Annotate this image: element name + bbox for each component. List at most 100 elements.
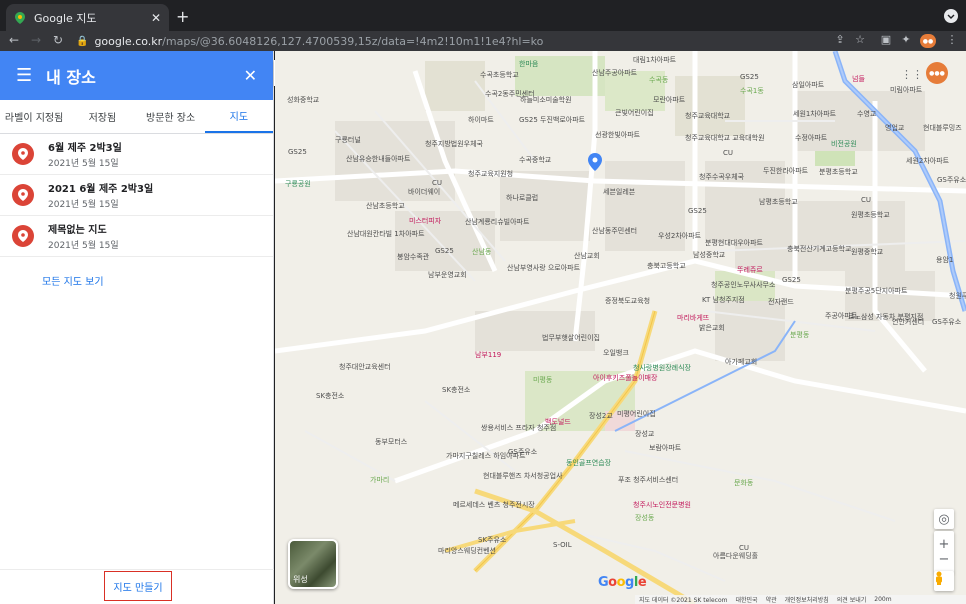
map-place-label[interactable]: 한마음: [519, 59, 538, 69]
back-arrow-icon[interactable]: ←: [6, 33, 22, 47]
map-place-label[interactable]: 수곡동: [649, 75, 668, 85]
map-place-label[interactable]: GS주유소: [508, 447, 537, 457]
map-place-label[interactable]: 바이더웨이: [408, 187, 440, 197]
map-place-label[interactable]: GS25: [688, 207, 707, 215]
profile-menu-icon[interactable]: [944, 9, 958, 23]
map-place-label[interactable]: 분평초등학교: [819, 167, 858, 177]
close-icon[interactable]: ✕: [244, 66, 257, 85]
tab-labeled[interactable]: 라벨이 지정됨: [0, 100, 68, 133]
map-place-label[interactable]: 문화동: [734, 478, 753, 488]
map-place-label[interactable]: 분평동: [790, 330, 809, 340]
map-place-label[interactable]: 산남초등학교: [366, 201, 405, 211]
map-place-label[interactable]: 장성교: [635, 429, 654, 439]
map-place-label[interactable]: 세원1차아파트: [793, 109, 836, 119]
map-place-label[interactable]: GS주유소: [937, 175, 966, 185]
map-place-label[interactable]: 청주대안교육센터: [339, 362, 391, 372]
footer-country[interactable]: 대한민국: [735, 595, 757, 604]
map-place-label[interactable]: 분평주공5단지아파트: [845, 286, 907, 296]
map-place-label[interactable]: 분평현대대우아파트: [705, 238, 763, 248]
map-place-label[interactable]: 청주지방법원우체국: [425, 139, 483, 149]
map-place-label[interactable]: 미평어린이집: [617, 409, 656, 419]
map-place-label[interactable]: 푸조 청주서비스센터: [618, 475, 678, 485]
map-place-label[interactable]: 청사랑병원장례식장: [633, 363, 691, 373]
map-place-label[interactable]: GS주유소: [932, 317, 961, 327]
map-place-label[interactable]: 남평초등학교: [759, 197, 798, 207]
map-place-label[interactable]: 성화중학교: [287, 95, 319, 105]
map-place-label[interactable]: 원평초등학교: [851, 210, 890, 220]
satellite-toggle[interactable]: 위성: [288, 539, 338, 589]
list-item[interactable]: 6월 제주 2박3일 2021년 5월 15일: [0, 134, 273, 175]
map-place-label[interactable]: 청주교육지원청: [468, 169, 513, 179]
map-place-label[interactable]: 산남동주민센터: [592, 226, 637, 236]
map-place-label[interactable]: 넘들: [852, 74, 865, 84]
map-place-label[interactable]: 백도널드: [545, 417, 571, 427]
map-place-label[interactable]: SK충전소: [442, 385, 470, 395]
map-place-label[interactable]: 우성2차아파트: [658, 231, 701, 241]
map-place-label[interactable]: 구룡터널: [335, 135, 361, 145]
map-place-label[interactable]: 충북고등학교: [647, 261, 686, 271]
reload-icon[interactable]: ↻: [50, 33, 66, 47]
list-item[interactable]: 제목없는 지도 2021년 5월 15일: [0, 216, 273, 257]
map-place-label[interactable]: 뚜레쥬르: [737, 265, 763, 275]
map-place-label[interactable]: KT 남청주지점: [702, 295, 745, 305]
all-maps-link[interactable]: 모든 지도 보기: [0, 257, 273, 288]
map-place-label[interactable]: GS25: [740, 73, 759, 81]
map-place-label[interactable]: 현대블루밍즈: [923, 123, 962, 133]
map-place-label[interactable]: GS25: [782, 276, 801, 284]
map-place-label[interactable]: 남부운영교회: [428, 270, 467, 280]
map-place-label[interactable]: 청주공인노무사사무소: [711, 280, 775, 290]
map-place-label[interactable]: 동인골프연습장: [566, 458, 611, 468]
map-place-label[interactable]: 수곡중학교: [519, 155, 551, 165]
map-place-label[interactable]: 청원푸르지오: [949, 291, 966, 301]
map-place-label[interactable]: 현대블루핸즈 차서청공업사: [483, 471, 563, 481]
footer-terms-link[interactable]: 약관: [766, 595, 777, 604]
list-item[interactable]: 2021 6월 제주 2박3일 2021년 5월 15일: [0, 175, 273, 216]
map-place-label[interactable]: CU: [723, 149, 733, 157]
new-tab-button[interactable]: +: [176, 7, 189, 26]
map-place-label[interactable]: 용암1: [936, 255, 953, 265]
extension-icon[interactable]: ▣: [878, 33, 894, 46]
tab-saved[interactable]: 저장됨: [68, 100, 136, 133]
map-place-label[interactable]: 수곡1동: [740, 86, 764, 96]
zoom-out-icon[interactable]: −: [939, 552, 950, 567]
map-place-label[interactable]: 산남계룡리슈빌아파트: [465, 217, 529, 227]
map-place-label[interactable]: 마리앙스웨딩컨벤션: [438, 546, 496, 556]
map-place-label[interactable]: GS25: [435, 247, 454, 255]
map-place-label[interactable]: 아이후키즈풀놀이매장: [593, 373, 657, 383]
footer-privacy-link[interactable]: 개인정보처리방침: [785, 595, 829, 604]
browser-tab[interactable]: Google 지도 ✕: [6, 4, 169, 31]
map-place-label[interactable]: 미림아파트: [890, 85, 922, 95]
map-place-label[interactable]: CU: [432, 179, 442, 187]
map-place-label[interactable]: 두진한라아파트: [763, 166, 808, 176]
map-place-label[interactable]: 아가페교회: [725, 357, 757, 367]
share-icon[interactable]: ⇪: [832, 33, 848, 46]
map-place-label[interactable]: GS25 두진백로아파트: [519, 115, 585, 125]
map-place-label[interactable]: 수영교: [857, 109, 876, 119]
map-place-label[interactable]: 하이마트: [468, 115, 494, 125]
map-place-label[interactable]: 산남교회: [574, 251, 600, 261]
profile-avatar[interactable]: ●●: [920, 34, 936, 48]
tab-close-icon[interactable]: ✕: [151, 11, 161, 25]
map-place-label[interactable]: 큰빛어린이집: [615, 108, 654, 118]
map-place-label[interactable]: 청주시노인전문병원: [633, 500, 691, 510]
map-place-label[interactable]: 세븐일레븐: [603, 187, 635, 197]
map-place-label[interactable]: 산남동: [472, 247, 491, 257]
map-place-label[interactable]: 동부모터스: [375, 437, 407, 447]
map-place-label[interactable]: 장성동: [635, 513, 654, 523]
footer-feedback-link[interactable]: 의견 보내기: [837, 595, 867, 604]
map-place-label[interactable]: 수곡초등학교: [480, 70, 519, 80]
zoom-controls[interactable]: + −: [934, 531, 954, 573]
street-view-pegman-icon[interactable]: [934, 571, 954, 591]
map-place-label[interactable]: S-OIL: [553, 541, 572, 549]
address-bar[interactable]: 🔒 google.co.kr /maps/@36.6048126,127.470…: [76, 32, 876, 50]
map-place-label[interactable]: 장성2교: [589, 411, 613, 421]
map-place-label[interactable]: 영업교: [885, 123, 904, 133]
map-place-label[interactable]: 산남대원칸타빌 1차아파트: [347, 229, 425, 239]
map-canvas[interactable]: 성화중학교 한마음 수곡초등학교 산남주공아파트 대림1차아파트 수곡동 GS25 삼일아파트…: [275, 51, 966, 604]
map-place-label[interactable]: 구룡공원: [285, 179, 311, 189]
map-place-label[interactable]: 충북전산기계고등학교: [787, 244, 851, 254]
map-place-label[interactable]: 세원2차아파트: [906, 156, 949, 166]
map-place-label[interactable]: 연안커센터: [892, 317, 924, 327]
map-place-label[interactable]: SK주유소: [478, 535, 506, 545]
map-place-label[interactable]: 밝은교회: [699, 323, 725, 333]
